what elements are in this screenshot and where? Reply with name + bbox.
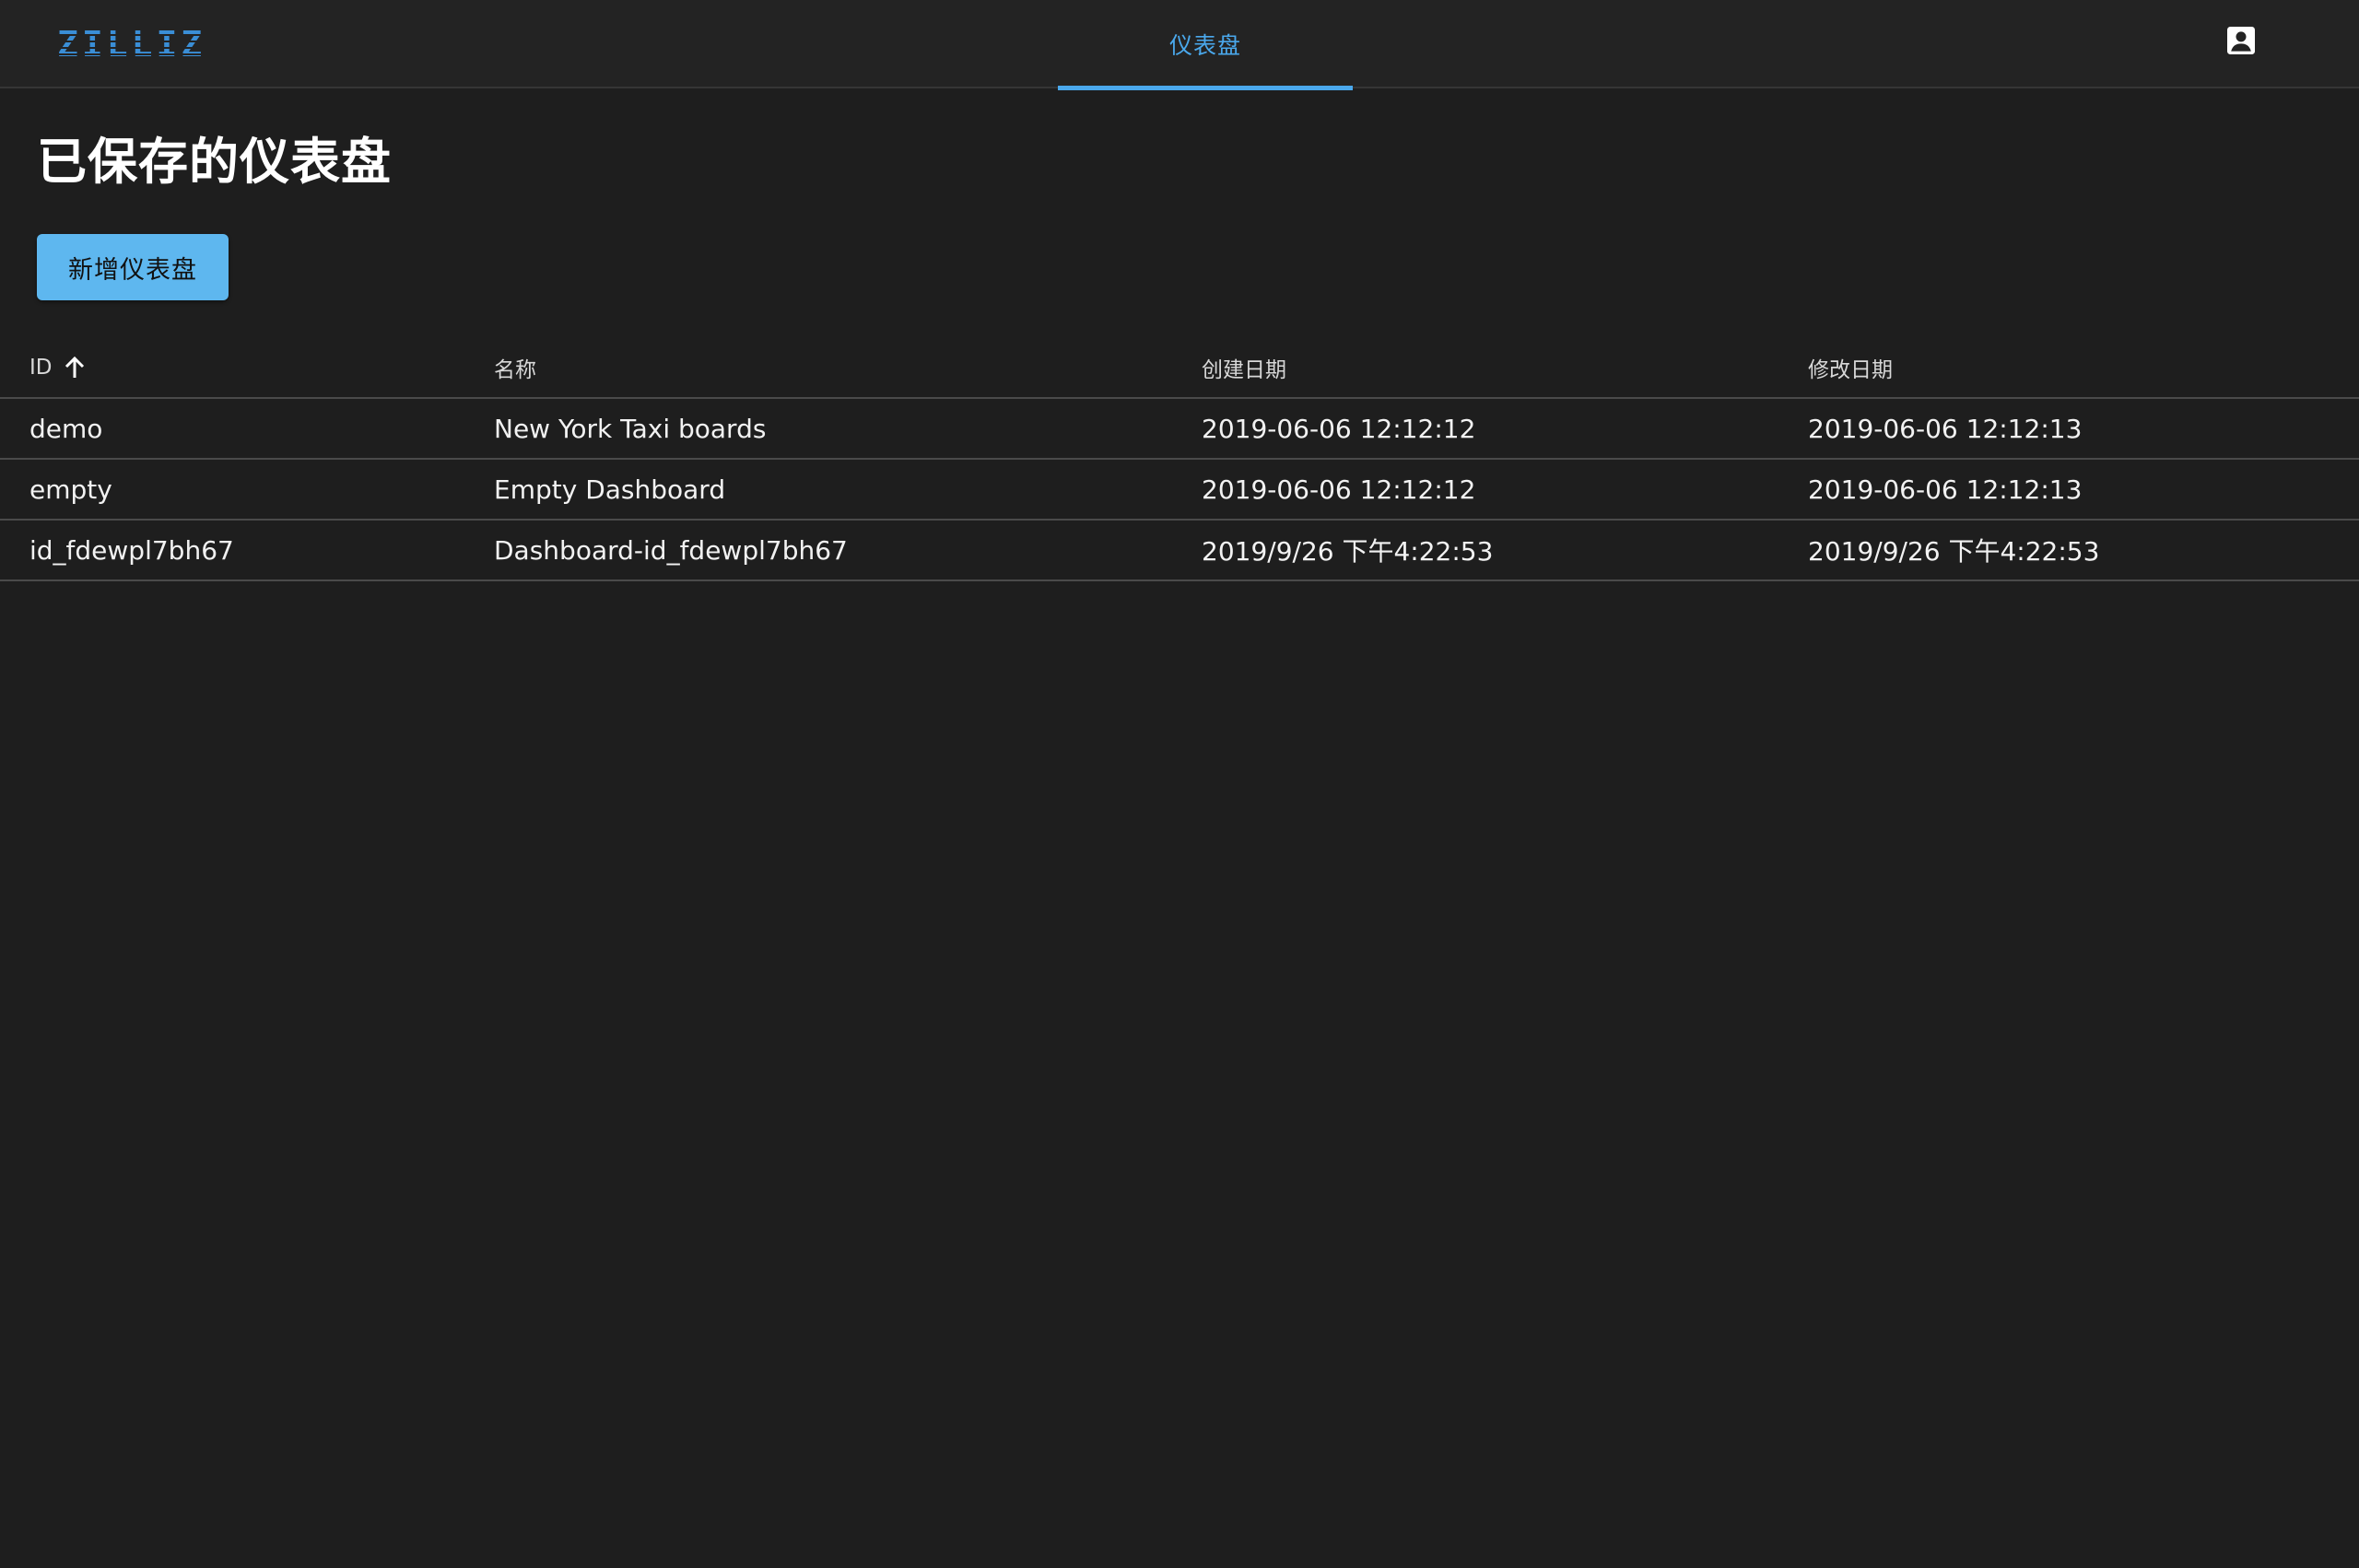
table-row[interactable]: empty Empty Dashboard 2019-06-06 12:12:1… <box>0 460 2359 521</box>
cell-name: Empty Dashboard <box>494 474 726 505</box>
page-title: 已保存的仪表盘 <box>37 133 392 191</box>
app-root: ZILLIZ 仪表盘 已保存的仪表盘 新增仪表盘 ID 名称 创建日期 修改日期… <box>0 0 2359 1568</box>
logo-text-wrap: ZILLIZ <box>57 27 206 62</box>
account-box-icon[interactable] <box>2223 22 2259 59</box>
arrow-up-icon-svg <box>65 356 84 378</box>
cell-modified: 2019/9/26 下午4:22:53 <box>1808 536 2100 567</box>
add-dashboard-button[interactable]: 新增仪表盘 <box>37 234 229 300</box>
column-header-modified[interactable]: 修改日期 <box>1808 337 1893 397</box>
column-header-id-label: ID <box>29 355 53 380</box>
logo-text: ZILLIZ <box>57 23 206 64</box>
table-header-row: ID 名称 创建日期 修改日期 <box>0 337 2359 399</box>
table-row[interactable]: id_fdewpl7bh67 Dashboard-id_fdewpl7bh67 … <box>0 521 2359 581</box>
tab-dashboard-label: 仪表盘 <box>1168 32 1241 59</box>
arrow-up-icon[interactable] <box>64 356 86 380</box>
column-header-name[interactable]: 名称 <box>494 337 536 397</box>
cell-created: 2019-06-06 12:12:12 <box>1202 413 1476 444</box>
account-box-icon-svg <box>2227 27 2255 54</box>
logo[interactable]: ZILLIZ <box>57 27 206 62</box>
cell-id: demo <box>29 413 103 444</box>
tab-dashboard[interactable]: 仪表盘 <box>1058 0 1353 90</box>
dashboards-table: ID 名称 创建日期 修改日期 demo New York Taxi board… <box>0 337 2359 581</box>
cell-id: empty <box>29 474 112 505</box>
cell-name: Dashboard-id_fdewpl7bh67 <box>494 534 848 566</box>
column-header-created[interactable]: 创建日期 <box>1202 337 1286 397</box>
top-bar: ZILLIZ 仪表盘 <box>0 0 2359 90</box>
cell-created: 2019/9/26 下午4:22:53 <box>1202 536 1494 567</box>
tab-active-indicator <box>1058 86 1353 90</box>
cell-id: id_fdewpl7bh67 <box>29 534 234 566</box>
cell-modified: 2019-06-06 12:12:13 <box>1808 474 2083 505</box>
cell-modified: 2019-06-06 12:12:13 <box>1808 413 2083 444</box>
column-header-id[interactable]: ID <box>29 337 86 397</box>
cell-created: 2019-06-06 12:12:12 <box>1202 474 1476 505</box>
cell-name: New York Taxi boards <box>494 413 767 444</box>
table-row[interactable]: demo New York Taxi boards 2019-06-06 12:… <box>0 399 2359 460</box>
